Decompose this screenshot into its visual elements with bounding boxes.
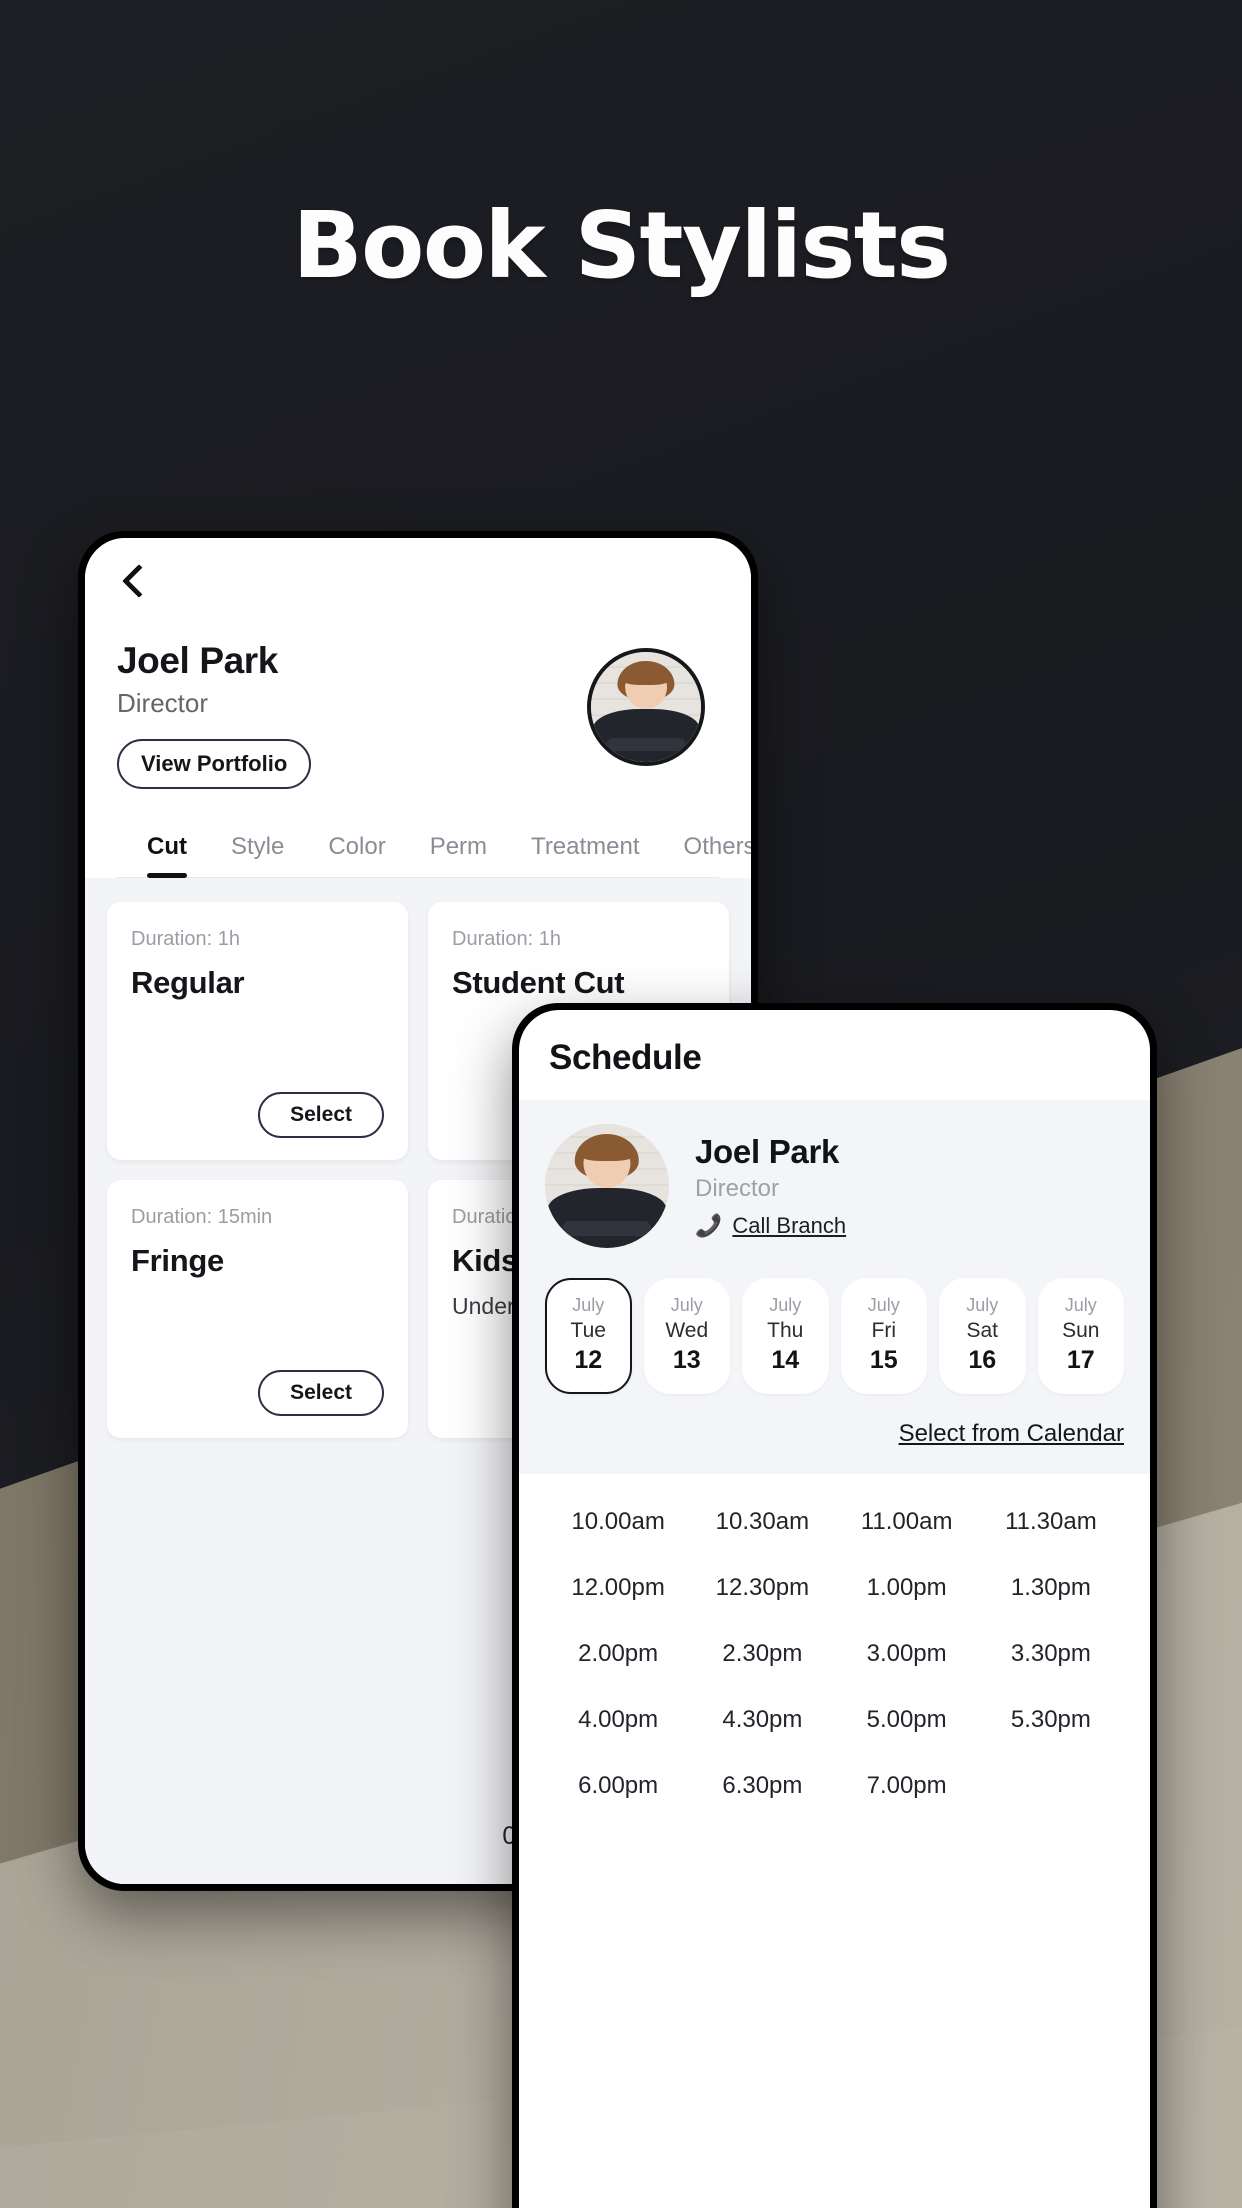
schedule-panel: Joel Park Director 📞 Call Branch July Tu…: [519, 1100, 1150, 1475]
service-title: Fringe: [131, 1243, 224, 1278]
avatar: [545, 1124, 669, 1248]
stylist-profile: Joel Park Director View Portfolio: [117, 640, 719, 789]
time-slot[interactable]: 12.00pm: [549, 1574, 687, 1602]
services-header: Joel Park Director View Portfolio Cut St…: [85, 538, 751, 878]
service-card[interactable]: Duration: 1h Regular Select: [107, 902, 408, 1160]
select-button[interactable]: Select: [258, 1092, 384, 1138]
time-slot[interactable]: 5.30pm: [982, 1706, 1120, 1734]
date-weekday: Tue: [570, 1318, 606, 1342]
view-portfolio-button[interactable]: View Portfolio: [117, 739, 312, 789]
time-slot[interactable]: 4.30pm: [693, 1706, 831, 1734]
service-duration: Duration: 1h: [452, 928, 561, 950]
date-month: July: [572, 1295, 605, 1315]
date-number: 17: [1066, 1345, 1095, 1374]
date-pill[interactable]: July Wed 13: [643, 1278, 730, 1395]
stylist-summary: Joel Park Director 📞 Call Branch: [545, 1124, 1124, 1248]
stylist-name: Joel Park: [695, 1133, 840, 1170]
avatar: [587, 648, 705, 766]
date-pill[interactable]: July Sun 17: [1037, 1278, 1124, 1395]
date-month: July: [769, 1295, 802, 1315]
tab-others[interactable]: Others: [684, 823, 751, 877]
date-month: July: [867, 1295, 900, 1315]
phone-mockup-schedule: Schedule Joel Park Director 📞 Call Branc…: [512, 1003, 1157, 2208]
date-month: July: [1064, 1295, 1097, 1315]
chevron-left-icon[interactable]: [117, 564, 151, 598]
call-branch-button[interactable]: 📞 Call Branch: [695, 1213, 846, 1239]
date-selector: July Tue 12 July Wed 13 July Thu 14 July…: [545, 1278, 1124, 1395]
date-pill[interactable]: July Tue 12: [545, 1278, 632, 1395]
stylist-info: Joel Park Director View Portfolio: [117, 640, 312, 789]
phone-icon: 📞: [695, 1213, 723, 1238]
date-month: July: [670, 1295, 703, 1315]
time-slot[interactable]: 11.00am: [838, 1508, 976, 1536]
schedule-screen: Schedule Joel Park Director 📞 Call Branc…: [519, 1010, 1150, 2208]
date-pill[interactable]: July Fri 15: [840, 1278, 927, 1395]
stylist-name: Joel Park: [117, 640, 278, 681]
time-slot[interactable]: 12.30pm: [693, 1574, 831, 1602]
service-duration: Duration: 1h: [131, 928, 240, 950]
select-button[interactable]: Select: [258, 1370, 384, 1416]
tab-style[interactable]: Style: [231, 823, 306, 877]
service-category-tabs: Cut Style Color Perm Treatment Others: [117, 823, 751, 878]
tab-treatment[interactable]: Treatment: [531, 823, 661, 877]
date-pill[interactable]: July Thu 14: [742, 1278, 829, 1395]
date-pill[interactable]: July Sat 16: [939, 1278, 1026, 1395]
service-card[interactable]: Duration: 15min Fringe Select: [107, 1180, 408, 1438]
time-slot[interactable]: 1.30pm: [982, 1574, 1120, 1602]
date-weekday: Sat: [966, 1318, 999, 1342]
date-number: 15: [869, 1345, 898, 1374]
page-title: Book Stylists: [292, 192, 951, 299]
stylist-role: Director: [117, 688, 209, 718]
time-slot[interactable]: 4.00pm: [549, 1706, 687, 1734]
date-number: 14: [771, 1345, 800, 1374]
time-slot[interactable]: 10.00am: [549, 1508, 687, 1536]
time-slot[interactable]: 10.30am: [693, 1508, 831, 1536]
date-number: 12: [574, 1345, 603, 1374]
call-branch-label: Call Branch: [732, 1213, 847, 1238]
date-number: 13: [672, 1345, 701, 1374]
time-slot[interactable]: 11.30am: [982, 1508, 1120, 1536]
date-month: July: [966, 1295, 999, 1315]
time-slot[interactable]: 6.00pm: [549, 1772, 687, 1800]
time-slot[interactable]: 7.00pm: [838, 1772, 976, 1800]
schedule-title: Schedule: [549, 1038, 702, 1077]
date-weekday: Fri: [871, 1318, 897, 1342]
stylist-role: Director: [695, 1175, 780, 1202]
time-slot[interactable]: 6.30pm: [693, 1772, 831, 1800]
date-weekday: Thu: [767, 1318, 804, 1342]
date-weekday: Sun: [1062, 1318, 1100, 1342]
time-slot[interactable]: 2.00pm: [549, 1640, 687, 1668]
date-number: 16: [968, 1345, 997, 1374]
time-slot[interactable]: 2.30pm: [693, 1640, 831, 1668]
service-title: Regular: [131, 965, 245, 1000]
time-slot[interactable]: 1.00pm: [838, 1574, 976, 1602]
tab-color[interactable]: Color: [328, 823, 407, 877]
tab-perm[interactable]: Perm: [430, 823, 509, 877]
time-slot-list: 10.00am 10.30am 11.00am 11.30am 12.00pm …: [519, 1474, 1150, 1820]
service-title: Student Cut: [452, 965, 625, 1000]
time-slot[interactable]: 3.00pm: [838, 1640, 976, 1668]
stylist-details: Joel Park Director 📞 Call Branch: [695, 1133, 846, 1239]
select-from-calendar-link[interactable]: Select from Calendar: [899, 1420, 1124, 1448]
date-weekday: Wed: [665, 1318, 709, 1342]
time-slot[interactable]: 5.00pm: [838, 1706, 976, 1734]
service-duration: Duration: 15min: [131, 1206, 273, 1228]
tab-cut[interactable]: Cut: [147, 823, 209, 878]
time-slot[interactable]: 3.30pm: [982, 1640, 1120, 1668]
